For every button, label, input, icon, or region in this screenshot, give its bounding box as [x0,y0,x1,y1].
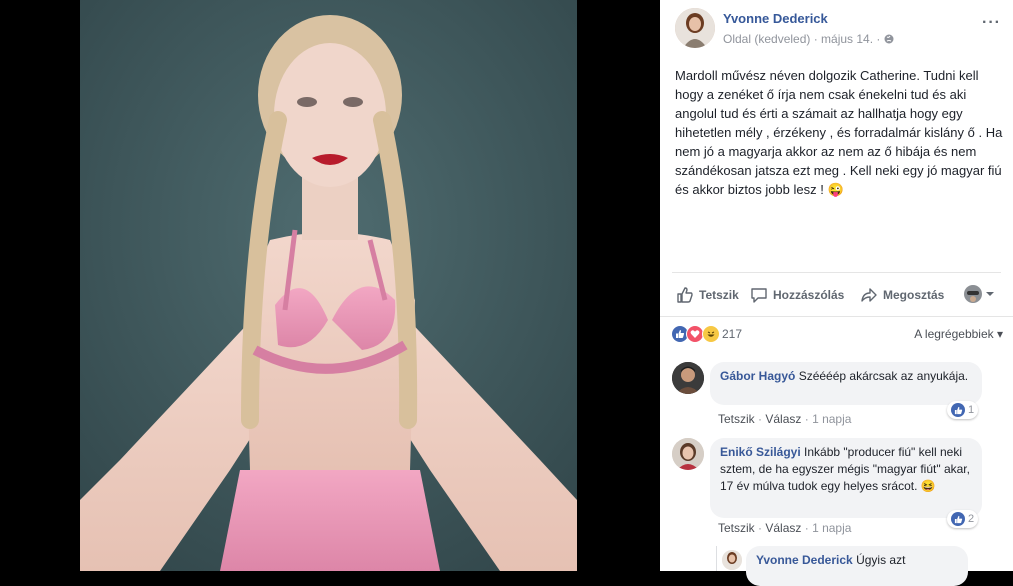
chevron-down-icon [986,292,994,296]
comment-like-count: 1 [968,404,975,416]
author-avatar[interactable] [675,8,715,48]
like-reaction-icon [951,512,965,526]
comment-author[interactable]: Gábor Hagyó [720,369,795,383]
comment-author[interactable]: Enikő Szilágyi [720,445,801,459]
reaction-count[interactable]: 217 [722,327,742,341]
globe-icon [884,34,894,44]
comment-actions: Tetszik · Válasz · 1 napja [718,521,852,535]
comment-like-badge[interactable]: 2 [947,510,979,528]
profile-avatar-icon [964,285,982,303]
comment-action-label: Hozzászólás [773,288,845,302]
share-action-label: Megosztás [883,288,945,302]
comment-bubble: Enikő Szilágyi Inkább "producer fiú" kel… [710,438,982,518]
reply-author[interactable]: Yvonne Dederick [756,553,853,567]
reaction-icons[interactable] [672,325,720,343]
post-text: Mardoll művész néven dolgozik Catherine.… [675,68,1003,197]
comment-text: Széééép akárcsak az anyukája. [798,369,969,383]
avatar-icon [672,362,704,394]
comment-like-count: 2 [968,513,975,525]
divider [660,316,1013,317]
comment-like-badge[interactable]: 1 [947,401,979,419]
comment-action-button[interactable]: Hozzászólás [750,286,844,304]
comment-actions: Tetszik · Válasz · 1 napja [718,412,852,426]
post-author-name[interactable]: Yvonne Dederick [723,11,828,26]
commenter-avatar[interactable] [672,362,704,394]
comment-reply-link[interactable]: Válasz [765,412,801,426]
avatar-icon [672,438,704,470]
divider [672,272,1001,273]
reply-avatar[interactable] [722,550,742,570]
post-as-selector[interactable] [964,285,995,303]
comment-like-link[interactable]: Tetszik [718,412,755,426]
share-icon [861,288,877,302]
post-meta: Oldal (kedveled) · május 14. · [723,32,894,46]
like-reaction-icon [951,403,965,417]
avatar-icon [722,550,742,570]
thumbs-up-icon [677,287,693,303]
comment-time[interactable]: 1 napja [812,412,851,426]
comment-icon [751,288,767,303]
commenter-avatar[interactable] [672,438,704,470]
post-side-panel: Yvonne Dederick Oldal (kedveled) · május… [660,0,1013,586]
photo-illustration [80,0,577,571]
haha-reaction-icon [702,325,720,343]
post-meta-text: Oldal (kedveled) · május 14. · [723,32,881,46]
reply-bubble: Yvonne Dederick Úgyis azt [746,546,968,586]
reply-text: Úgyis azt [856,553,906,567]
like-action-label: Tetszik [699,288,739,302]
comment-sort-dropdown[interactable]: A legrégebbiek ▾ [914,327,1003,341]
comment-bubble: Gábor Hagyó Széééép akárcsak az anyukája… [710,362,982,405]
comment-like-link[interactable]: Tetszik [718,521,755,535]
avatar-icon [675,8,715,48]
post-photo[interactable] [80,0,577,571]
comment-time[interactable]: 1 napja [812,521,851,535]
share-action-button[interactable]: Megosztás [860,286,944,304]
reply-thread-line [716,546,717,571]
comment-reply-link[interactable]: Válasz [765,521,801,535]
photo-viewer [0,0,660,571]
like-action-button[interactable]: Tetszik [676,286,739,304]
more-options-icon[interactable]: ··· [982,14,1001,32]
